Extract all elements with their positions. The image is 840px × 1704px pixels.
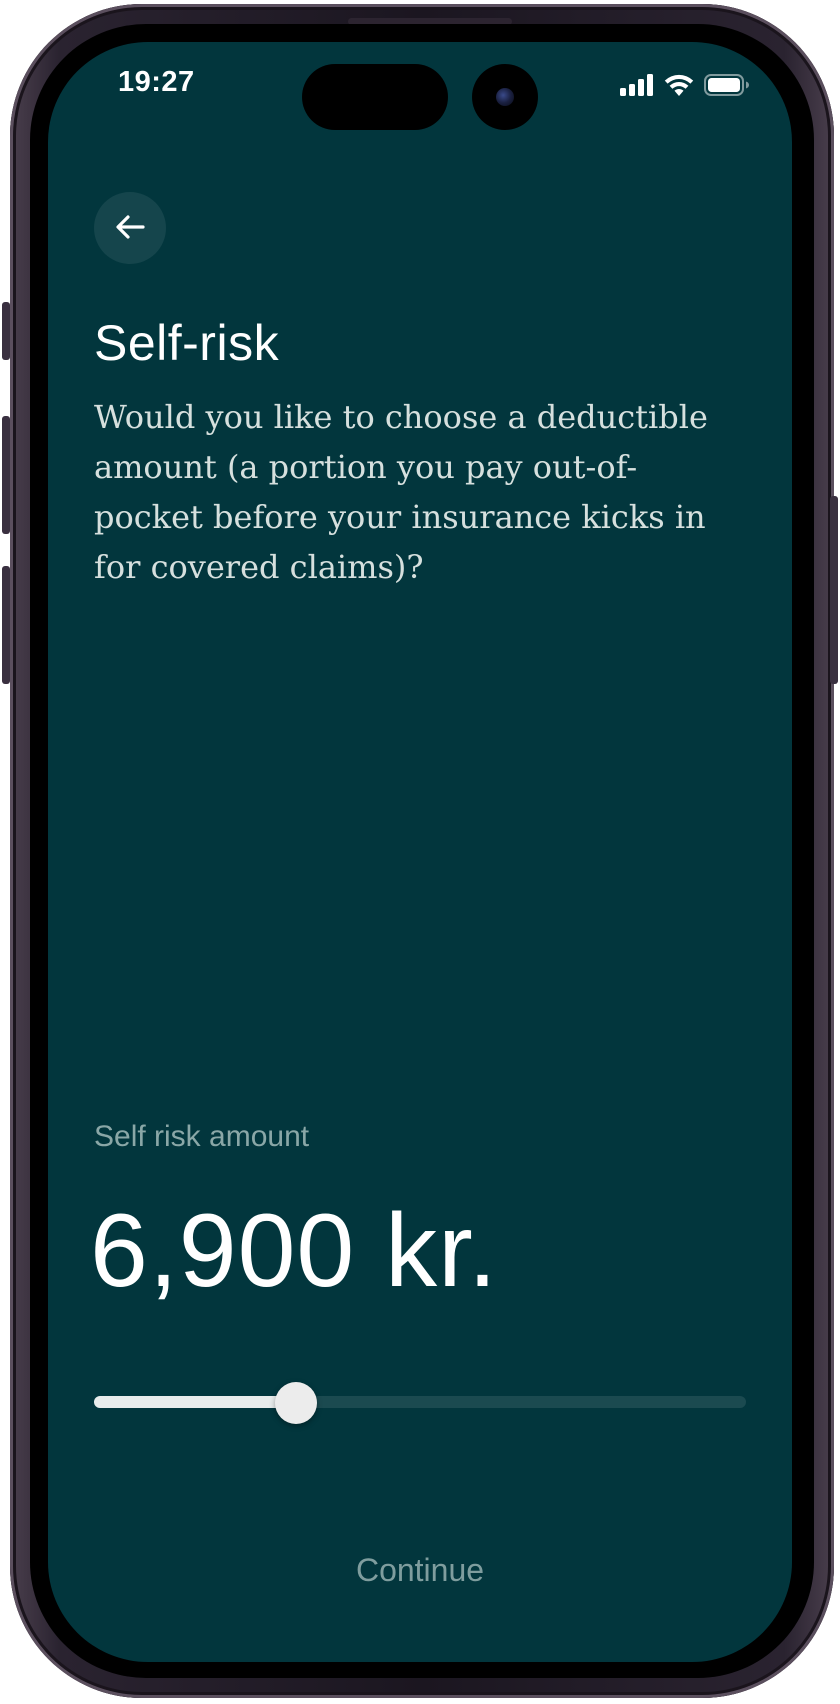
wifi-icon [664, 74, 694, 101]
volume-down-button [2, 566, 10, 684]
amount-value: 6,900 kr. [90, 1193, 498, 1309]
slider-thumb[interactable] [275, 1382, 318, 1424]
amount-label: Self risk amount [94, 1120, 310, 1153]
page-title: Self-risk [94, 315, 280, 371]
status-icons [620, 72, 750, 102]
action-button [2, 302, 10, 360]
front-camera [472, 64, 538, 130]
power-button [830, 496, 838, 684]
page-description: Would you like to choose a deductible am… [94, 398, 708, 586]
status-time: 19:27 [118, 66, 195, 98]
dynamic-island [302, 64, 448, 130]
volume-up-button [2, 416, 10, 534]
app-screen: 19:27 Self-risk Would you like to choose… [48, 42, 792, 1662]
arrow-left-icon [115, 214, 145, 243]
slider-fill [94, 1396, 297, 1408]
self-risk-slider[interactable] [94, 1382, 746, 1424]
continue-button[interactable]: Continue [48, 1552, 792, 1589]
battery-icon [704, 73, 750, 101]
back-button[interactable] [94, 192, 166, 264]
cellular-signal-icon [620, 73, 654, 101]
